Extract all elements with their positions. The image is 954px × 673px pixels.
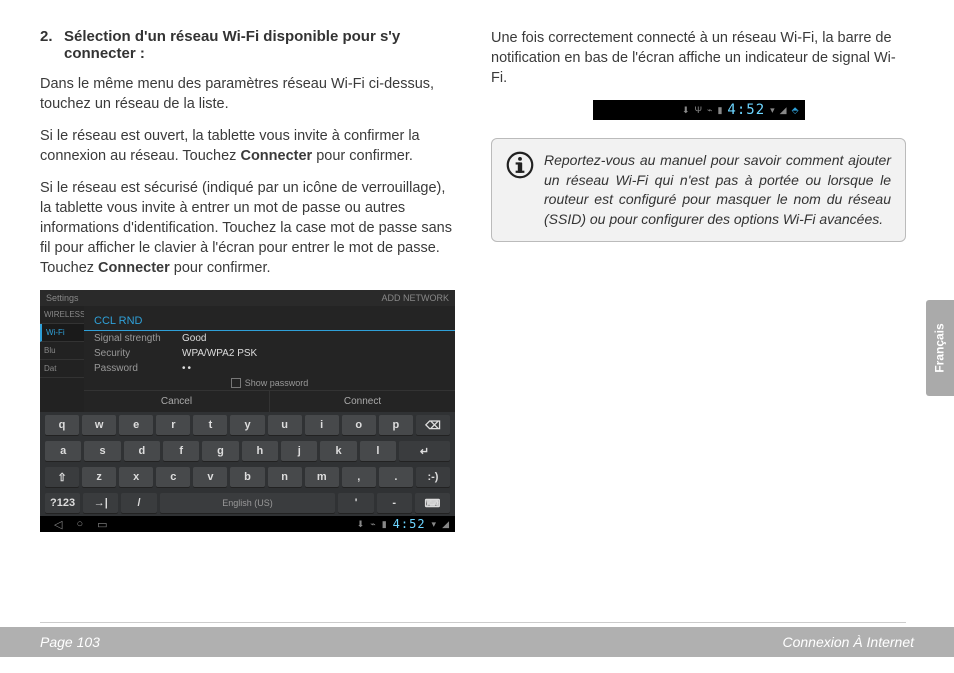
key-'[interactable]: ' <box>338 493 373 513</box>
security-value: WPA/WPA2 PSK <box>182 348 257 359</box>
closeup-time: 4:52 <box>727 102 765 118</box>
debug-icon: ⌁ <box>370 519 375 530</box>
key-⌫[interactable]: ⌫ <box>416 415 450 435</box>
add-network-label: ADD NETWORK <box>382 293 450 303</box>
key-i[interactable]: i <box>305 415 339 435</box>
right-paragraph: Une fois correctement connecté à un rése… <box>491 28 906 88</box>
signal-label: Signal strength <box>94 333 182 344</box>
key-p[interactable]: p <box>379 415 413 435</box>
key-q[interactable]: q <box>45 415 79 435</box>
info-icon <box>506 151 534 179</box>
language-tab-label: Français <box>933 323 947 372</box>
key-.[interactable]: . <box>379 467 413 487</box>
key-m[interactable]: m <box>305 467 339 487</box>
debug-icon: ⌁ <box>707 105 712 116</box>
dialog-ssid: CCL RND <box>84 312 455 331</box>
paragraph-2: Si le réseau est ouvert, la tablette vou… <box>40 126 455 166</box>
key--[interactable]: - <box>377 493 412 513</box>
signal-value: Good <box>182 333 206 344</box>
settings-label: Settings <box>46 293 79 303</box>
p2-c: pour confirmer. <box>312 148 413 164</box>
security-label: Security <box>94 348 182 359</box>
home-icon[interactable]: ○ <box>76 518 83 531</box>
key-,[interactable]: , <box>342 467 376 487</box>
status-time: 4:52 <box>393 517 426 531</box>
key-a[interactable]: a <box>45 441 81 461</box>
key-z[interactable]: z <box>82 467 116 487</box>
key-:-)[interactable]: :-) <box>416 467 450 487</box>
key-/[interactable]: / <box>121 493 156 513</box>
section-number: 2. <box>40 28 58 62</box>
checkbox-icon <box>231 378 241 388</box>
key-v[interactable]: v <box>193 467 227 487</box>
back-icon[interactable]: ◁ <box>54 518 62 531</box>
wifi-icon: ▾ <box>770 105 775 116</box>
side-data[interactable]: Dat <box>40 360 84 378</box>
page-footer: Page 103 Connexion À Internet <box>0 627 954 657</box>
key-g[interactable]: g <box>202 441 238 461</box>
signal-icon: ◢ <box>442 519 449 530</box>
key-w[interactable]: w <box>82 415 116 435</box>
info-text: Reportez-vous au manuel pour savoir comm… <box>544 151 891 229</box>
bt-icon: ⬘ <box>792 105 799 116</box>
paragraph-3: Si le réseau est sécurisé (indiqué par u… <box>40 178 455 278</box>
key-j[interactable]: j <box>281 441 317 461</box>
language-tab[interactable]: Français <box>926 300 954 396</box>
status-bar-closeup: ⬇ Ψ ⌁ ▮ 4:52 ▾ ◢ ⬘ <box>593 100 805 120</box>
password-label: Password <box>94 363 182 374</box>
key-b[interactable]: b <box>230 467 264 487</box>
cancel-button[interactable]: Cancel <box>84 391 270 412</box>
connect-button[interactable]: Connect <box>270 391 455 412</box>
chapter-title: Connexion À Internet <box>782 634 914 650</box>
key-english (us)[interactable]: English (US) <box>160 493 336 513</box>
key-f[interactable]: f <box>163 441 199 461</box>
paragraph-1: Dans le même menu des paramètres réseau … <box>40 74 455 114</box>
key-⌨[interactable]: ⌨ <box>415 493 450 513</box>
key-o[interactable]: o <box>342 415 376 435</box>
wifi-dialog-screenshot: Settings ADD NETWORK WIRELESS Wi-Fi Blu … <box>40 290 455 532</box>
key-t[interactable]: t <box>193 415 227 435</box>
wifi-icon: ▾ <box>432 519 437 530</box>
key-→|[interactable]: →| <box>83 493 118 513</box>
side-bt[interactable]: Blu <box>40 342 84 360</box>
page-number: Page 103 <box>40 634 100 650</box>
key-s[interactable]: s <box>84 441 120 461</box>
key-h[interactable]: h <box>242 441 278 461</box>
show-password-checkbox[interactable]: Show password <box>84 376 455 390</box>
show-password-label: Show password <box>245 378 309 388</box>
key-k[interactable]: k <box>320 441 356 461</box>
key-x[interactable]: x <box>119 467 153 487</box>
info-callout: Reportez-vous au manuel pour savoir comm… <box>491 138 906 242</box>
key-c[interactable]: c <box>156 467 190 487</box>
footer-rule <box>40 622 906 623</box>
p3-bold: Connecter <box>98 260 170 276</box>
signal-icon: ◢ <box>780 105 787 116</box>
battery-icon: ▮ <box>717 105 722 116</box>
key-n[interactable]: n <box>268 467 302 487</box>
section-title: Sélection d'un réseau Wi-Fi disponible p… <box>64 28 455 62</box>
usb-icon: ⬇ <box>357 519 365 530</box>
key-e[interactable]: e <box>119 415 153 435</box>
side-wifi[interactable]: Wi-Fi <box>40 324 84 342</box>
recent-icon[interactable]: ▭ <box>97 518 107 531</box>
key-l[interactable]: l <box>360 441 396 461</box>
android-status-bar: ◁ ○ ▭ ⬇ ⌁ ▮ 4:52 ▾ ◢ <box>40 516 455 532</box>
key-d[interactable]: d <box>124 441 160 461</box>
key-u[interactable]: u <box>268 415 302 435</box>
p2-bold: Connecter <box>240 148 312 164</box>
usb-icon: ⬇ <box>682 105 690 116</box>
side-header: WIRELESS <box>40 306 84 324</box>
key-r[interactable]: r <box>156 415 190 435</box>
password-field[interactable]: •• <box>182 363 193 374</box>
key-↵[interactable]: ↵ <box>399 441 450 461</box>
p3-c: pour confirmer. <box>170 260 271 276</box>
key-y[interactable]: y <box>230 415 264 435</box>
usb2-icon: Ψ <box>695 105 703 115</box>
onscreen-keyboard[interactable]: qwertyuiop⌫ asdfghjkl↵ ⇧zxcvbnm,.:-) ?12… <box>40 412 455 516</box>
section-heading: 2. Sélection d'un réseau Wi-Fi disponibl… <box>40 28 455 62</box>
key-?123[interactable]: ?123 <box>45 493 80 513</box>
battery-icon: ▮ <box>382 519 387 530</box>
key-⇧[interactable]: ⇧ <box>45 467 79 487</box>
